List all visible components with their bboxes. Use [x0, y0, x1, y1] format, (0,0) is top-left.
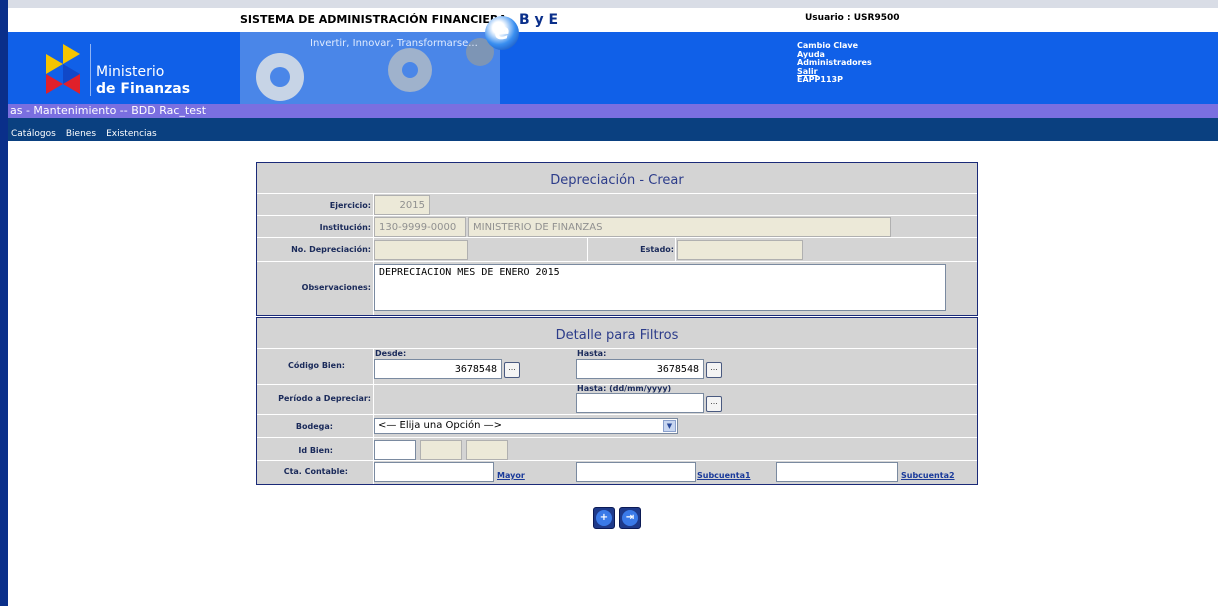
create-document-button[interactable]: + [593, 507, 615, 529]
subcuenta2-link[interactable]: Subcuenta2 [901, 471, 955, 480]
left-border-bar [0, 0, 8, 606]
bye-logo: e B y E [485, 12, 565, 50]
mayor-link[interactable]: Mayor [497, 471, 525, 480]
system-title: SISTEMA DE ADMINISTRACIÓN FINANCIERA [240, 13, 507, 26]
desde-label: Desde: [375, 349, 407, 358]
subcuenta1-link[interactable]: Subcuenta1 [697, 471, 751, 480]
periodo-date-field[interactable] [576, 393, 704, 413]
id-bien-label: Id Bien: [298, 446, 333, 455]
server-label: EAPP113P [797, 75, 843, 84]
menu-item-catalogos[interactable]: Catálogos [11, 129, 56, 139]
menu-bar: Catálogos Bienes Existencias [8, 118, 1218, 141]
subcuenta2-field[interactable] [776, 462, 898, 482]
no-depreciacion-label: No. Depreciación: [291, 245, 371, 254]
id-bien-field-1[interactable] [374, 440, 416, 460]
estado-field [677, 240, 803, 260]
bodega-select[interactable]: <— Elija una Opción —> ▼ [374, 418, 678, 434]
user-label: Usuario : USR9500 [805, 13, 900, 23]
institucion-code-field [374, 217, 466, 237]
menu-item-bienes[interactable]: Bienes [66, 129, 96, 139]
bodega-selected-value: <— Elija una Opción —> [378, 420, 503, 431]
id-bien-field-3 [466, 440, 508, 460]
filtros-panel: Detalle para Filtros Código Bien: Desde:… [256, 317, 978, 485]
header-links: Cambio Clave Ayuda Administradores Salir… [797, 41, 872, 85]
id-bien-field-2 [420, 440, 462, 460]
browser-top-strip [0, 0, 1218, 8]
menu-item-existencias[interactable]: Existencias [106, 129, 157, 139]
e-globe-icon: e [485, 16, 519, 50]
filtros-title: Detalle para Filtros [555, 328, 679, 343]
mayor-field[interactable] [374, 462, 494, 482]
hasta-field[interactable] [576, 359, 704, 379]
add-document-icon: + [596, 510, 612, 526]
chevron-down-icon[interactable]: ▼ [663, 420, 676, 432]
ministerio-logo-icon [46, 44, 80, 94]
estado-label: Estado: [640, 245, 674, 254]
app-header: SISTEMA DE ADMINISTRACIÓN FINANCIERA Usu… [0, 8, 1218, 104]
periodo-label: Período a Depreciar: [278, 394, 371, 403]
institucion-name-field [468, 217, 891, 237]
logo-text-ministerio: Ministerio [96, 64, 165, 80]
breadcrumb: as - Mantenimiento -- BDD Rac_test [8, 104, 1218, 118]
panel-title: Depreciación - Crear [550, 173, 684, 188]
cta-contable-label: Cta. Contable: [283, 467, 348, 476]
desde-field[interactable] [374, 359, 502, 379]
hasta-label: Hasta: [577, 349, 607, 358]
desde-lookup-button[interactable]: ... [504, 362, 520, 378]
bye-logo-text: B y E [519, 12, 559, 28]
depreciacion-panel: Depreciación - Crear Ejercicio: Instituc… [256, 162, 978, 316]
hasta-lookup-button[interactable]: ... [706, 362, 722, 378]
logo-divider [90, 44, 91, 96]
ejercicio-field [374, 195, 430, 215]
periodo-hasta-label: Hasta: (dd/mm/yyyy) [577, 384, 672, 393]
slogan: Invertir, Innovar, Transformarse... [310, 38, 478, 49]
bodega-label: Bodega: [295, 422, 333, 431]
periodo-date-button[interactable]: ... [706, 396, 722, 412]
ejercicio-label: Ejercicio: [329, 201, 371, 210]
codigo-bien-label: Código Bien: [287, 361, 345, 370]
header-title-bar: SISTEMA DE ADMINISTRACIÓN FINANCIERA Usu… [8, 8, 1218, 32]
subcuenta1-field[interactable] [576, 462, 696, 482]
exit-door-icon: ⇥ [622, 510, 638, 526]
logo-text-finanzas: de Finanzas [96, 81, 191, 97]
no-depreciacion-field [374, 240, 468, 260]
institucion-label: Institución: [319, 223, 371, 232]
observaciones-textarea[interactable]: DEPRECIACION MES DE ENERO 2015 [374, 264, 946, 311]
exit-button[interactable]: ⇥ [619, 507, 641, 529]
observaciones-label: Observaciones: [301, 283, 371, 292]
